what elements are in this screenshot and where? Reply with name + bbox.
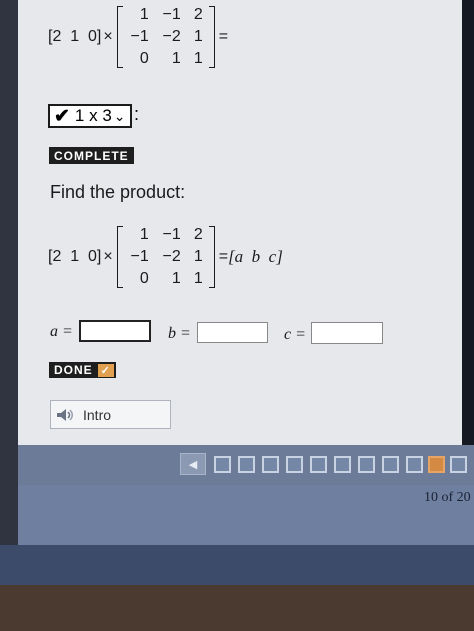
page-box[interactable] [382, 456, 399, 473]
preview-times-sign: × [103, 28, 113, 45]
check-icon: ✔ [54, 105, 70, 127]
matrix-cell: 1 [193, 28, 203, 45]
answer-a-input[interactable] [79, 320, 151, 342]
answer-c-label: c = [284, 326, 306, 343]
matrix-cell: 2 [193, 226, 203, 243]
times-sign: × [103, 248, 113, 265]
matrix-cell: 0 [139, 270, 149, 287]
matrix-cell: 1 [193, 270, 203, 287]
dropdown-value: 1 x 3 [74, 106, 112, 125]
page-box[interactable] [406, 456, 423, 473]
answer-c-input[interactable] [311, 322, 383, 344]
page-box[interactable] [286, 456, 303, 473]
matrix-cell: 1 [171, 50, 181, 67]
speaker-icon [51, 407, 79, 423]
matrix-cell: 1 [193, 50, 203, 67]
status-bar [18, 485, 474, 545]
page-box[interactable] [310, 456, 327, 473]
answer-b-input[interactable] [197, 322, 268, 343]
page-box-current[interactable] [428, 456, 445, 473]
preview-matrix: 1 −1 2 −1 −2 1 0 1 1 [116, 6, 215, 68]
complete-badge: COMPLETE [49, 147, 134, 164]
page-box[interactable] [334, 456, 351, 473]
matrix-cell: 2 [193, 6, 203, 23]
matrix-cell: −2 [162, 248, 181, 265]
done-badge: DONE ✓ [49, 362, 116, 378]
preview-row-vector: [2 1 0] [48, 28, 102, 45]
footer-strip [0, 545, 474, 585]
page-box[interactable] [262, 456, 279, 473]
matrix: 1 −1 2 −1 −2 1 0 1 1 [116, 226, 215, 288]
intro-label: Intro [83, 406, 112, 423]
matrix-cell: 1 [139, 6, 149, 23]
done-label: DONE [54, 363, 93, 377]
matrix-cell: −1 [130, 28, 149, 45]
page-counter: 10 of 20 [424, 490, 471, 505]
answer-a-label: a = [50, 323, 73, 340]
page-box[interactable] [214, 456, 231, 473]
matrix-cell: 1 [193, 248, 203, 265]
screen-bezel [462, 0, 474, 445]
arrow-left-icon: ◀ [188, 458, 198, 471]
chevron-down-icon: ⌄ [113, 107, 126, 124]
matrix-cell: 1 [139, 226, 149, 243]
matrix-cell: −1 [162, 6, 181, 23]
product-equation: [2 1 0] × 1 −1 2 −1 −2 1 0 1 1 = [a b c] [48, 226, 283, 288]
page-box[interactable] [450, 456, 467, 473]
desk-background [0, 585, 474, 631]
check-icon: ✓ [97, 363, 114, 377]
preview-equals-sign: = [218, 28, 229, 45]
intro-button[interactable]: Intro [50, 400, 171, 429]
row-vector: [2 1 0] [48, 248, 102, 265]
previous-page-button[interactable]: ◀ [180, 453, 206, 475]
answer-b-label: b = [168, 325, 191, 342]
question-prompt: Find the product: [50, 182, 186, 202]
preview-equation: [2 1 0] × 1 −1 2 −1 −2 1 0 1 1 = [48, 6, 228, 68]
matrix-cell: −1 [162, 226, 181, 243]
matrix-cell: −1 [130, 248, 149, 265]
dropdown-colon: : [134, 104, 140, 124]
matrix-size-dropdown[interactable]: ✔ 1 x 3 ⌄ [48, 104, 132, 128]
page-box[interactable] [238, 456, 255, 473]
matrix-cell: 0 [139, 50, 149, 67]
page-box[interactable] [358, 456, 375, 473]
matrix-cell: −2 [162, 28, 181, 45]
matrix-cell: 1 [171, 270, 181, 287]
equals-sign: = [218, 248, 229, 265]
result-vector: [a b c] [228, 247, 283, 266]
